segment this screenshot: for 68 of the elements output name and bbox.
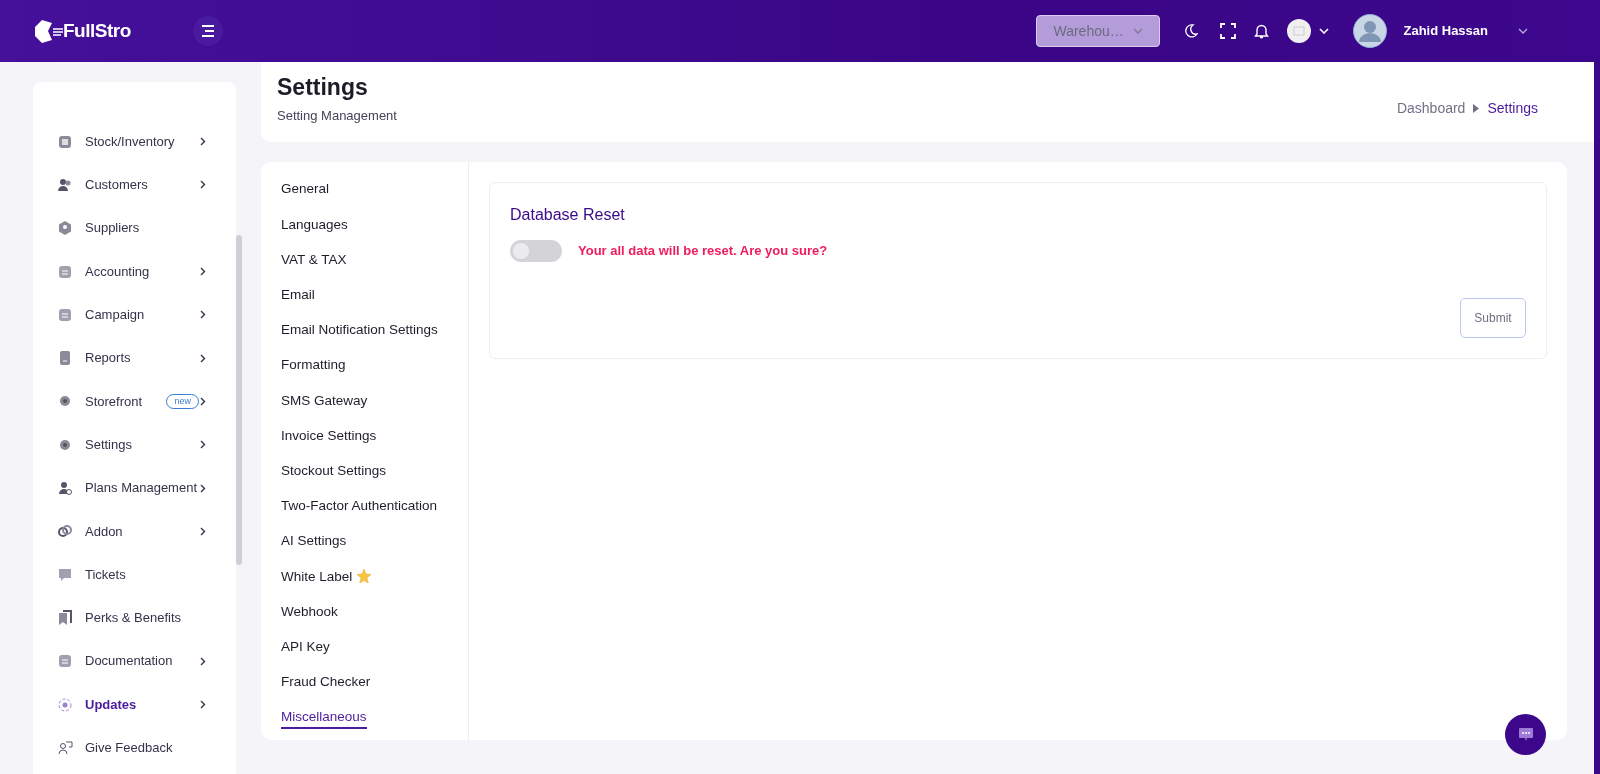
flag-icon [1287, 19, 1312, 43]
sidebar-item[interactable]: Give Feedback [33, 726, 236, 770]
settings-menu-item[interactable]: VAT & TAX [281, 242, 347, 278]
language-dropdown[interactable] [1287, 19, 1330, 43]
sidebar-item[interactable]: Plans Management [33, 466, 236, 510]
menu-icon [200, 25, 215, 37]
sidebar-item[interactable]: Addon [33, 509, 236, 553]
settings-menu-item[interactable]: Invoice Settings [281, 418, 377, 454]
sidebar-item[interactable]: Perks & Benefits [33, 596, 236, 640]
page-subtitle: Setting Management [277, 106, 397, 125]
document-icon [57, 653, 73, 670]
settings-menu-item[interactable]: Stockout Settings [281, 453, 387, 489]
settings-menu-item[interactable]: White Label [281, 559, 373, 595]
submit-button[interactable]: Submit [1460, 298, 1526, 338]
toggle-switch[interactable] [510, 240, 562, 263]
person-icon [57, 480, 73, 496]
document-icon [57, 306, 73, 323]
sidebar-item[interactable]: Tickets [33, 552, 236, 597]
sidebar-item[interactable]: Customers [33, 163, 236, 207]
settings-menu-item[interactable]: Languages [281, 207, 348, 243]
chat-icon [57, 566, 73, 583]
settings-menu-item[interactable]: Formatting [281, 347, 346, 384]
settings-menu-item[interactable]: Email Notification Settings [281, 312, 438, 348]
avatar-icon [1353, 14, 1388, 48]
chevron-down-icon[interactable] [1518, 28, 1528, 34]
chevron-down-icon [1319, 28, 1330, 34]
settings-menu-item[interactable]: Fraud Checker [281, 664, 371, 700]
bookmark-icon [57, 609, 73, 626]
sidebar-item[interactable]: Updates [33, 682, 236, 727]
panel-title: Database Reset [510, 205, 626, 225]
sidebar-item[interactable]: Suppliers [33, 206, 236, 250]
breadcrumb-link[interactable]: Dashboard [1396, 97, 1466, 119]
sidebar-item[interactable]: Reports [33, 336, 236, 380]
settings-menu-item[interactable]: API Key [281, 629, 330, 665]
link-icon [57, 523, 73, 540]
settings-menu-item[interactable]: Webhook [281, 594, 338, 630]
cube-logo-icon [33, 17, 63, 45]
chevron-down-icon [1133, 28, 1144, 34]
sidebar-item[interactable]: Stock/Inventory [33, 120, 236, 164]
hexagon-icon [57, 220, 73, 237]
report-icon [57, 350, 73, 367]
sidebar-item[interactable]: Settings [33, 423, 236, 467]
sidebar-item[interactable]: Accounting [33, 249, 236, 294]
chat-icon [1517, 727, 1534, 742]
sidebar-item[interactable]: Campaign [33, 293, 236, 337]
settings-menu-item[interactable]: Miscellaneous [281, 699, 367, 735]
caret-right-icon [1473, 103, 1480, 113]
box-icon [57, 133, 73, 150]
page-title: Settings [277, 74, 369, 102]
moon-icon[interactable] [1184, 24, 1199, 38]
user-name: Zahid Hassan [1403, 22, 1488, 41]
bell-icon[interactable] [1254, 23, 1270, 39]
sidebar-item[interactable]: Storefront new [33, 379, 236, 424]
fullscreen-icon[interactable] [1220, 23, 1237, 39]
breadcrumb-link[interactable]: Settings [1487, 97, 1538, 119]
people-icon [57, 176, 73, 193]
logo-text: FullStro [63, 18, 131, 43]
settings-menu-item[interactable]: Email [281, 277, 315, 313]
refresh-icon [57, 696, 73, 713]
menu-toggle-button[interactable] [192, 16, 223, 46]
settings-menu-item[interactable]: SMS Gateway [281, 383, 368, 419]
settings-menu-item[interactable]: AI Settings [281, 523, 347, 560]
sidebar-item[interactable]: Documentation [33, 639, 236, 683]
settings-menu-item[interactable]: Two-Factor Authentication [281, 488, 438, 524]
warning-text: Your all data will be reset. Are you sure? [578, 242, 828, 261]
settings-menu-item[interactable]: General [281, 172, 330, 208]
document-icon [57, 263, 73, 280]
feedback-icon [57, 739, 73, 756]
